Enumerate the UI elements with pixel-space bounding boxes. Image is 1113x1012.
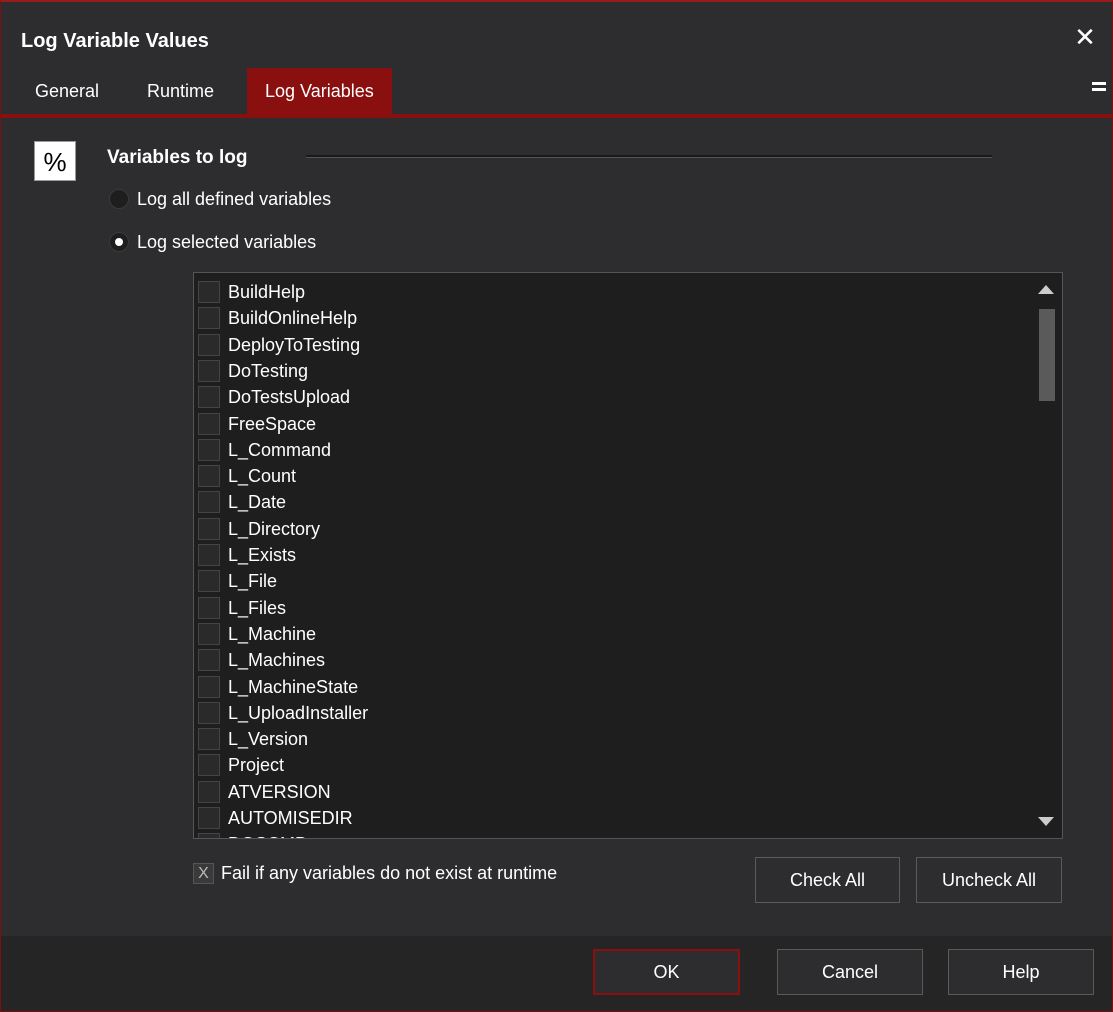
fail-checkbox[interactable]: X — [193, 863, 214, 884]
item-checkbox[interactable] — [198, 780, 220, 803]
percent-icon: % — [34, 141, 76, 181]
item-checkbox[interactable] — [198, 517, 220, 540]
item-checkbox[interactable] — [198, 281, 220, 303]
item-label: L_UploadInstaller — [228, 702, 369, 723]
section-label: Variables to log — [107, 147, 248, 168]
item-label: DeployToTesting — [228, 334, 361, 355]
item-label: DOSCMD — [228, 832, 308, 838]
item-label: L_Command — [228, 439, 332, 460]
item-label: L_File — [228, 571, 278, 592]
radio-button[interactable] — [109, 189, 129, 209]
item-label: L_Machines — [228, 650, 326, 671]
item-checkbox[interactable] — [198, 307, 220, 330]
item-checkbox[interactable] — [198, 386, 220, 409]
item-checkbox[interactable] — [198, 333, 220, 356]
item-label: Project — [228, 755, 285, 776]
tab-runtime[interactable]: Runtime — [129, 68, 232, 114]
uncheck-all-button[interactable]: Uncheck All — [916, 857, 1062, 903]
item-label: ATVERSION — [228, 781, 331, 802]
item-label: FreeSpace — [228, 413, 317, 434]
title-bar: Log Variable Values ✕ — [1, 2, 1112, 68]
item-label: L_Machine — [228, 623, 317, 644]
cancel-button[interactable]: Cancel — [777, 949, 923, 995]
item-checkbox[interactable] — [198, 438, 220, 461]
item-label: L_Files — [228, 597, 287, 618]
item-checkbox[interactable] — [198, 544, 220, 566]
radio-button[interactable] — [109, 232, 129, 252]
item-checkbox[interactable] — [198, 596, 220, 619]
scroll-down-arrow-icon[interactable] — [1038, 817, 1054, 826]
item-label: L_Exists — [228, 545, 297, 565]
item-checkbox[interactable] — [198, 754, 220, 777]
item-checkbox[interactable] — [198, 412, 220, 435]
item-checkbox[interactable] — [198, 570, 220, 593]
fail-label: Fail if any variables do not exist at ru… — [221, 863, 558, 883]
item-checkbox[interactable] — [198, 649, 220, 672]
item-label: L_Date — [228, 492, 287, 513]
scroll-up-arrow-icon[interactable] — [1038, 285, 1054, 294]
item-label: BuildOnlineHelp — [228, 308, 358, 329]
item-checkbox[interactable] — [198, 675, 220, 698]
item-checkbox[interactable] — [198, 807, 220, 829]
tab-bar: General Runtime Log Variables — [1, 68, 1112, 118]
button-footer — [1, 936, 1112, 1011]
item-label: DoTestsUpload — [228, 387, 351, 408]
ok-button[interactable]: OK — [593, 949, 740, 995]
dialog-window: Log Variable Values ✕ General Runtime Lo… — [0, 0, 1113, 1012]
item-label: L_Count — [228, 466, 297, 487]
item-label: DoTesting — [228, 360, 309, 381]
radio-label: Log selected variables — [137, 232, 317, 252]
help-button[interactable]: Help — [948, 949, 1094, 995]
radio-label: Log all defined variables — [137, 189, 332, 209]
item-checkbox[interactable] — [198, 622, 220, 645]
item-label: L_Version — [228, 729, 309, 750]
dialog-title: Log Variable Values — [21, 30, 209, 52]
item-checkbox[interactable] — [198, 491, 220, 514]
item-checkbox[interactable] — [198, 833, 220, 838]
item-checkbox[interactable] — [198, 701, 220, 724]
item-label: AUTOMISEDIR — [228, 808, 353, 828]
tab-log-variables[interactable]: Log Variables — [247, 68, 392, 114]
vertical-scrollbar[interactable] — [1030, 273, 1062, 838]
tab-menu-icon[interactable] — [1092, 82, 1106, 98]
item-checkbox[interactable] — [198, 728, 220, 751]
item-label: L_MachineState — [228, 676, 359, 697]
tab-general[interactable]: General — [17, 68, 117, 114]
item-checkbox[interactable] — [198, 359, 220, 382]
variables-listbox[interactable]: DOSCMD AUTOMISEDIR ATVERSION Project L_Versi… — [193, 272, 1063, 839]
item-label: BuildHelp — [228, 282, 306, 302]
check-all-button[interactable]: Check All — [755, 857, 900, 903]
scroll-thumb[interactable] — [1039, 309, 1055, 401]
item-checkbox[interactable] — [198, 465, 220, 488]
section-divider — [306, 155, 992, 158]
close-icon[interactable]: ✕ — [1072, 24, 1098, 50]
item-label: L_Directory — [228, 518, 321, 539]
